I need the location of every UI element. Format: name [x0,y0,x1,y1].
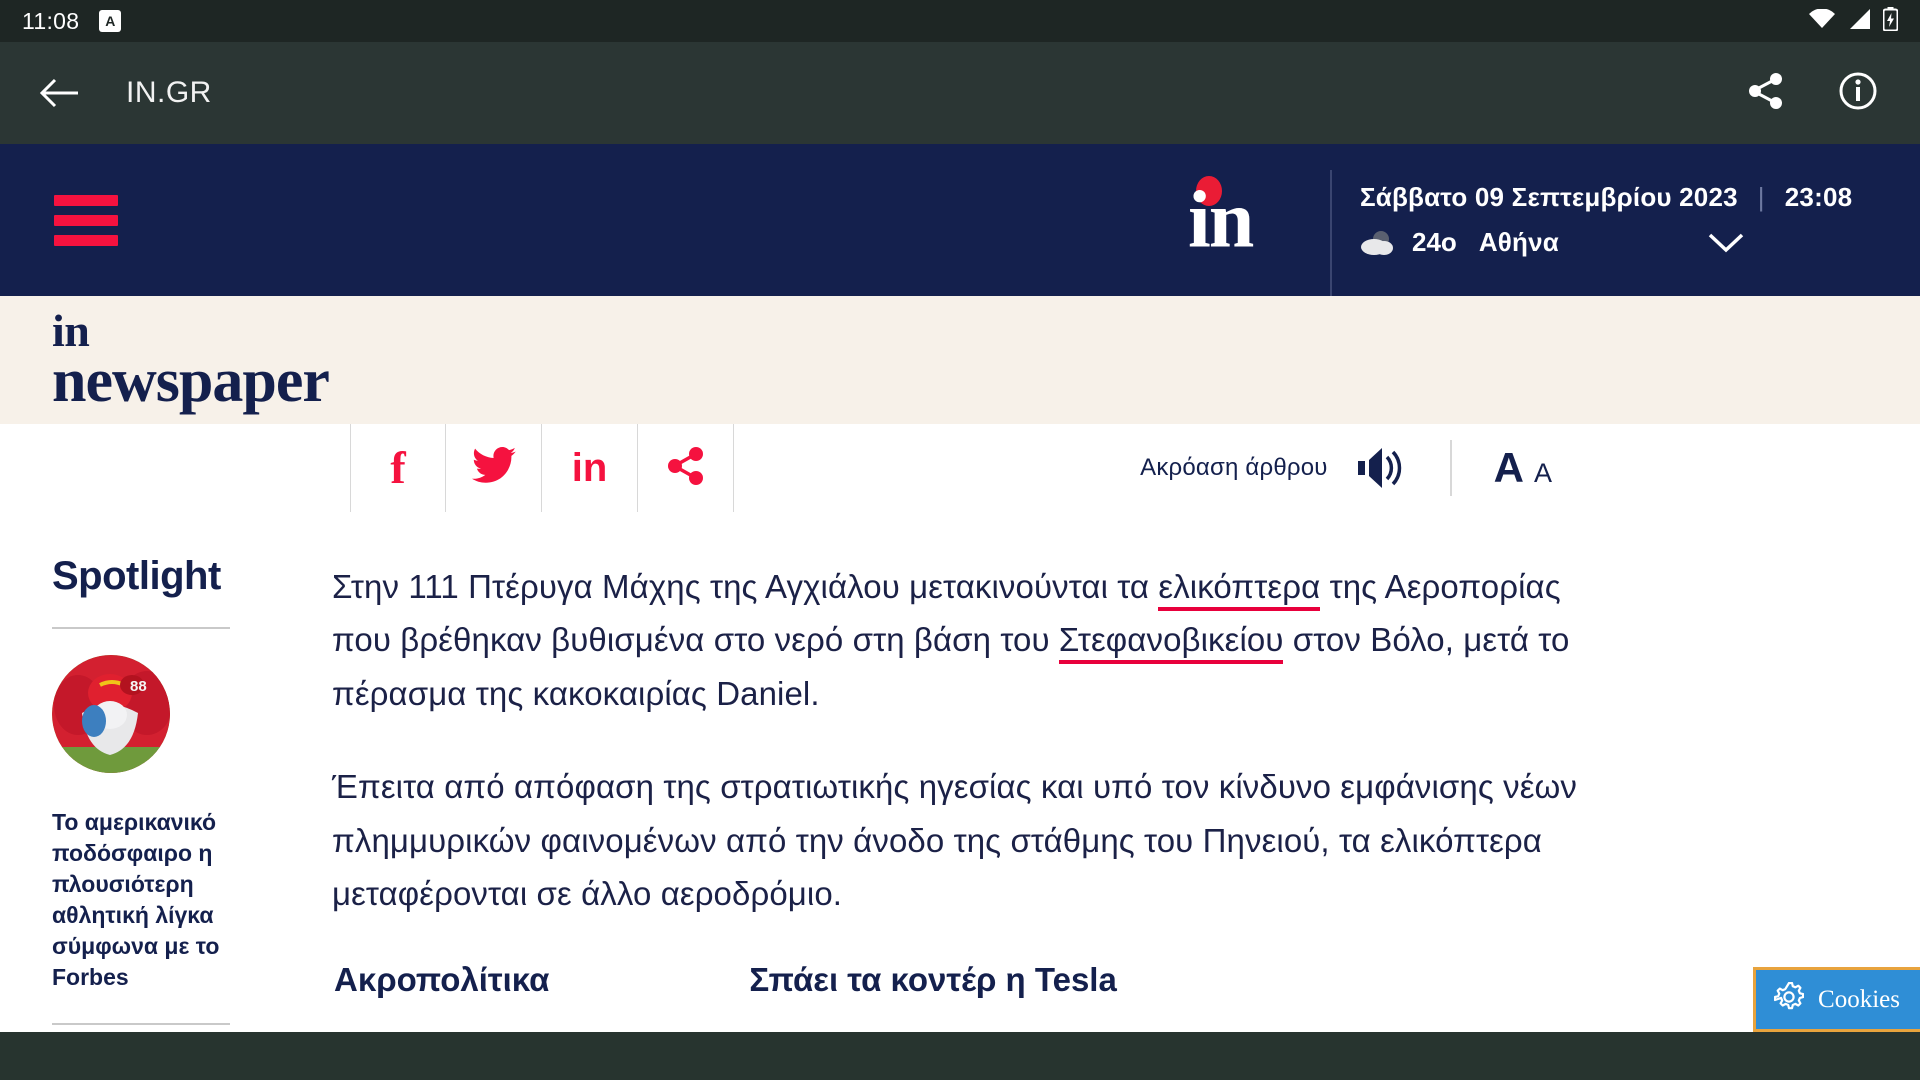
newspaper-logo[interactable]: in newspaper [52,308,330,415]
header-date: Σάββατο 09 Σεπτεμβρίου 2023 [1360,182,1738,212]
weather-temperature: 24ο [1412,227,1457,257]
tools-divider [1449,440,1452,496]
facebook-share-button[interactable]: f [350,424,446,512]
linkedin-share-button[interactable]: in [542,424,638,512]
cookies-label: Cookies [1818,985,1900,1013]
font-size-control[interactable]: A A [1494,444,1552,492]
site-logo[interactable]: in [1188,179,1254,260]
header-separator: | [1757,182,1765,212]
status-clock: 11:08 [22,7,80,34]
site-header: in Σάββατο 09 Σεπτεμβρίου 2023 | 23:08 2… [0,144,1920,296]
spotlight-bottom-divider [52,1023,230,1026]
header-time: 23:08 [1784,182,1853,212]
next-headline-left[interactable]: Ακροπολίτικα [334,961,549,999]
newspaper-banner: in newspaper [0,296,1920,424]
android-status-bar: 11:08 A [0,0,1920,42]
article-paragraph-1: Στην 111 Πτέρυγα Μάχης της Αγχιάλου μετα… [332,560,1590,720]
back-arrow-icon[interactable] [30,64,88,122]
social-share-group: f in [350,424,734,512]
article-tools-row: f in Ακρόαση άρθρου A A [0,424,1920,512]
article-paragraph-2: Έπειτα από απόφαση της στρατιωτικής ηγεσ… [332,768,1577,913]
android-navigation-bar [0,1032,1920,1080]
linkedin-icon: in [571,446,608,490]
header-date-row: Σάββατο 09 Σεπτεμβρίου 2023 | 23:08 [1360,182,1852,213]
spotlight-caption[interactable]: Το αμερικανικό ποδόσφαιρο η πλουσιότερη … [52,807,238,993]
cellular-signal-icon [1848,8,1870,34]
twitter-bird-icon [471,446,516,490]
app-bar-actions [1748,71,1890,116]
spotlight-title: Spotlight [52,554,221,598]
font-size-large-button[interactable]: A [1494,444,1524,492]
status-icons [1809,6,1899,36]
font-size-small-button[interactable]: A [1534,458,1552,489]
newspaper-logo-line2: newspaper [52,346,330,415]
next-headline-right[interactable]: Σπάει τα κοντέρ η Tesla [749,961,1116,999]
header-divider [1330,170,1332,296]
facebook-icon: f [390,442,406,493]
svg-text:88: 88 [130,678,147,695]
article-reading-tools: Ακρόαση άρθρου A A [1140,424,1920,512]
battery-charging-icon [1882,6,1899,36]
hamburger-menu-icon[interactable] [54,194,118,246]
spotlight-sidebar: Spotlight 88 Το αμερικανικό ποδόσφαιρο η… [0,512,300,1080]
screen: 11:08 A IN.GR in Σάββατο 09 Σεπτεμβρίου … [0,0,1920,1080]
spotlight-thumbnail[interactable]: 88 [52,655,170,773]
share-icon[interactable] [1748,72,1784,115]
next-article-headlines: Ακροπολίτικα Σπάει τα κοντέρ η Tesla [332,961,1590,999]
content-area: Spotlight 88 Το αμερικανικό ποδόσφαιρο η… [0,512,1920,1080]
cloud-icon [1360,230,1394,256]
spotlight-divider [52,627,230,629]
share-icon [667,446,705,491]
weather-city: Αθήνα [1478,227,1559,257]
paragraph1-text-part1: Στην 111 Πτέρυγα Μάχης της Αγχιάλου μετα… [332,568,1159,605]
info-icon[interactable] [1838,71,1878,116]
twitter-share-button[interactable] [446,424,542,512]
link-stefanovikeiou[interactable]: Στεφανοβικείου [1058,621,1284,665]
app-bar-title: IN.GR [126,76,212,109]
wifi-icon [1809,7,1835,34]
cookies-settings-button[interactable]: Cookies [1753,967,1920,1032]
chevron-down-icon[interactable] [1707,232,1745,254]
browser-app-bar: IN.GR [0,42,1920,144]
gear-icon [1773,981,1805,1017]
article-body: Στην 111 Πτέρυγα Μάχης της Αγχιάλου μετα… [300,512,1920,1080]
generic-share-button[interactable] [638,424,734,512]
speaker-icon[interactable] [1356,446,1408,490]
notification-badge-icon: A [99,10,122,32]
header-weather-row[interactable]: 24ο Αθήνα [1360,227,1852,258]
header-info: Σάββατο 09 Σεπτεμβρίου 2023 | 23:08 24ο … [1360,144,1852,296]
listen-label: Ακρόαση άρθρου [1140,454,1328,481]
link-elikoptera[interactable]: ελικόπτερα [1158,568,1321,611]
